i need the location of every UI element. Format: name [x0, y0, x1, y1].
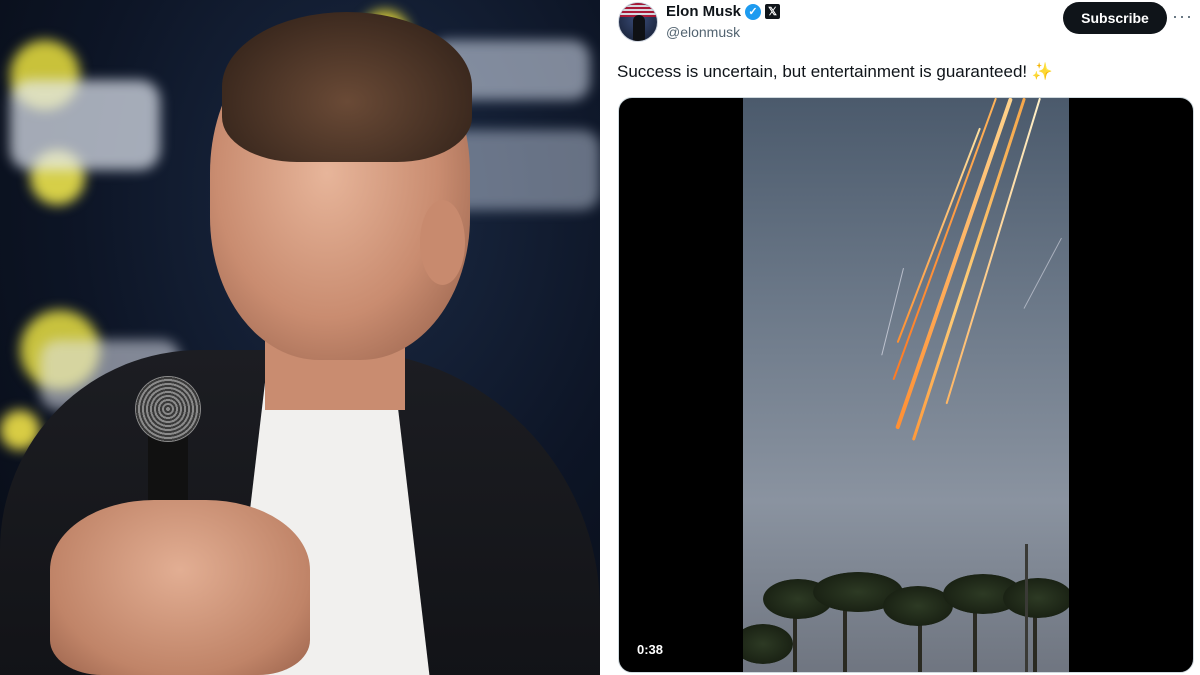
video-player[interactable]: 0:38 [618, 97, 1194, 673]
hair [222, 12, 472, 162]
avatar[interactable] [618, 2, 658, 42]
x-logo-icon: 𝕏 [765, 4, 781, 19]
utility-pole [1025, 544, 1028, 672]
tweet-card: Elon Musk ✓ 𝕏 @elonmusk Subscribe ··· Su… [600, 0, 1200, 675]
tweet-text: Success is uncertain, but entertainment … [617, 62, 1053, 82]
sparkles-emoji: ✨ [1031, 62, 1054, 81]
debris-streak [911, 98, 1026, 441]
video-duration: 0:38 [631, 639, 670, 660]
subscribe-button[interactable]: Subscribe [1063, 2, 1167, 34]
backdrop-glow [10, 80, 160, 170]
debris-streak [881, 267, 904, 356]
person-icon [633, 15, 645, 41]
verified-badge-icon: ✓ [745, 3, 762, 20]
author-row: Elon Musk ✓ 𝕏 [666, 3, 781, 20]
speaker-photo [0, 0, 600, 675]
palm-leaves [1003, 578, 1069, 618]
author-handle[interactable]: @elonmusk [666, 24, 740, 40]
palm-leaves [743, 624, 793, 664]
more-options-icon[interactable]: ··· [1172, 6, 1193, 27]
debris-streak [1023, 237, 1062, 309]
tweet-body: Success is uncertain, but entertainment … [617, 62, 1028, 81]
microphone-icon [135, 376, 201, 442]
ear [420, 200, 465, 285]
palm-trees [743, 572, 1069, 672]
video-frame[interactable] [743, 98, 1069, 672]
author-display-name[interactable]: Elon Musk [666, 3, 741, 20]
clasped-hands [50, 500, 310, 675]
